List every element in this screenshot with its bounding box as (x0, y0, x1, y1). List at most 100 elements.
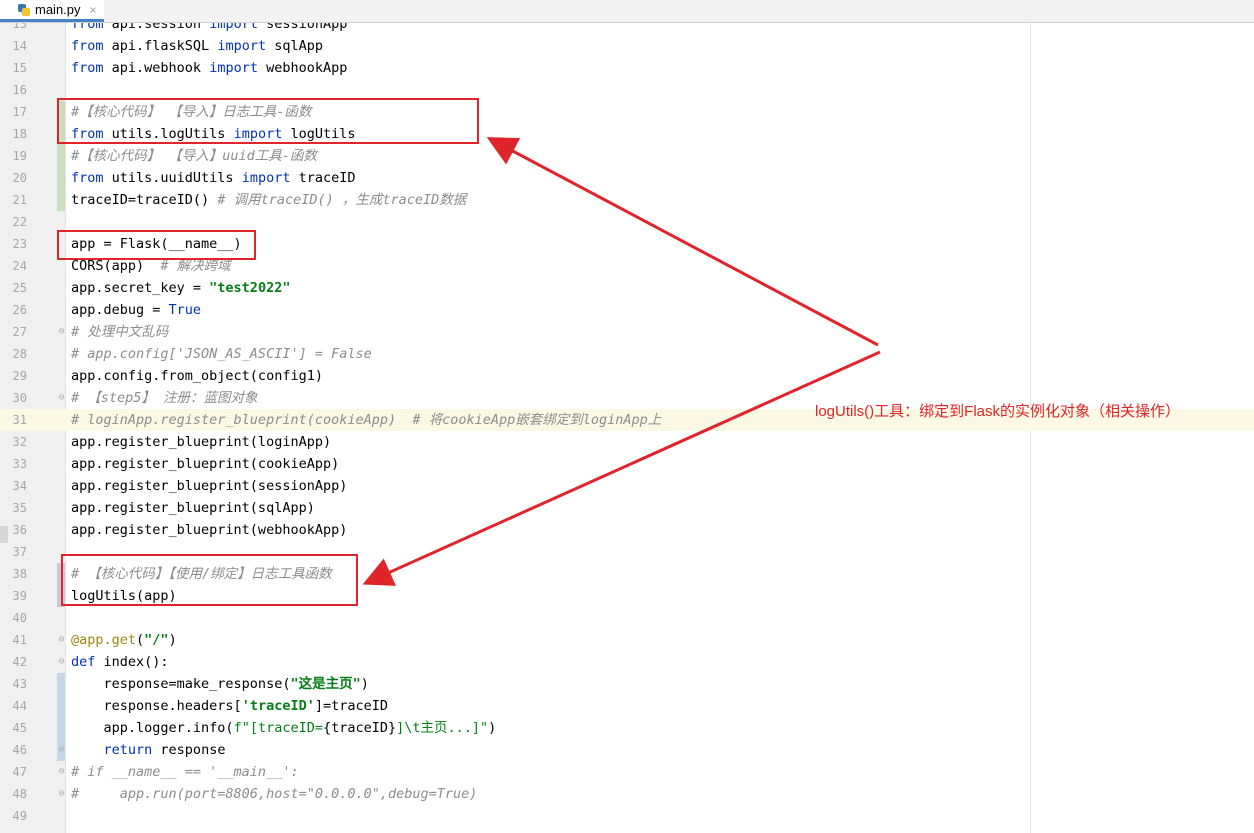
code-line[interactable]: 42 ⊖ def index(): (0, 651, 1254, 673)
code-line[interactable]: 21 traceID=traceID() # 调用traceID() ，生成tra… (0, 189, 1254, 211)
code-text: app.config.from_object(config1) (71, 368, 323, 384)
vcs-change-marker (57, 189, 65, 211)
code-text: from api.webhook import webhookApp (71, 60, 348, 76)
code-line[interactable]: 41 ⊖ @app.get("/") (0, 629, 1254, 651)
code-text: app.debug = True (71, 302, 202, 318)
line-number: 24 (12, 259, 27, 273)
code-line[interactable]: 34 app.register_blueprint(sessionApp) (0, 475, 1254, 497)
line-number: 49 (12, 809, 27, 823)
editor-tab-bar: main.py × (0, 0, 1254, 23)
code-line[interactable]: 48 ⊖ # app.run(port=8806,host="0.0.0.0",de… (0, 783, 1254, 805)
code-line[interactable]: 46 ⊖ return response (0, 739, 1254, 761)
code-text: app.secret_key = "test2022" (71, 280, 291, 296)
line-number: 39 (12, 589, 27, 603)
code-text: response.headers['traceID']=traceID (71, 698, 389, 714)
highlight-box-import-logutils (57, 98, 479, 144)
line-number: 31 (12, 413, 27, 427)
code-text: from utils.uuidUtils import traceID (71, 170, 356, 186)
line-number: 47 (12, 765, 27, 779)
fold-icon[interactable]: ⊖ (57, 387, 66, 409)
line-number: 37 (12, 545, 27, 559)
code-line[interactable]: 40 (0, 607, 1254, 629)
fold-icon[interactable]: ⊖ (57, 761, 66, 783)
code-line[interactable]: 19 #【核心代码】 【导入】uuid工具-函数 (0, 145, 1254, 167)
code-text: # loginApp.register_blueprint(cookieApp)… (71, 412, 662, 428)
code-text: app.register_blueprint(loginApp) (71, 434, 332, 450)
vcs-change-marker (57, 673, 65, 695)
tab-label: main.py (35, 2, 81, 17)
line-number: 35 (12, 501, 27, 515)
code-line[interactable]: 49 (0, 805, 1254, 827)
code-text: app.register_blueprint(sqlApp) (71, 500, 315, 516)
code-text: # 【step5】 注册：蓝图对象 (71, 390, 258, 406)
line-number: 38 (12, 567, 27, 581)
line-number: 19 (12, 149, 27, 163)
line-number: 42 (12, 655, 27, 669)
line-number: 15 (12, 61, 27, 75)
fold-icon[interactable]: ⊖ (57, 321, 66, 343)
code-line[interactable]: 15 from api.webhook import webhookApp (0, 57, 1254, 79)
fold-icon[interactable]: ⊖ (57, 629, 66, 651)
vcs-change-marker (57, 167, 65, 189)
line-number: 28 (12, 347, 27, 361)
code-text: from api.flaskSQL import sqlApp (71, 38, 323, 54)
vcs-change-marker (57, 145, 65, 167)
highlight-box-flask-app (57, 230, 256, 260)
line-number: 46 (12, 743, 27, 757)
code-text: # if __name__ == '__main__': (71, 764, 299, 780)
line-number: 27 (12, 325, 27, 339)
line-number: 22 (12, 215, 27, 229)
line-number: 36 (12, 523, 27, 537)
fold-icon[interactable]: ⊖ (57, 739, 66, 761)
fold-icon[interactable]: ⊖ (57, 783, 66, 805)
code-line[interactable]: 29 app.config.from_object(config1) (0, 365, 1254, 387)
line-number: 33 (12, 457, 27, 471)
line-number: 44 (12, 699, 27, 713)
line-number: 43 (12, 677, 27, 691)
code-line[interactable]: 20 from utils.uuidUtils import traceID (0, 167, 1254, 189)
code-text: app.register_blueprint(sessionApp) (71, 478, 348, 494)
line-number: 18 (12, 127, 27, 141)
code-text: app.logger.info(f"[traceID={traceID}]\t主… (71, 720, 497, 736)
highlight-box-logutils-call (61, 554, 358, 606)
line-number: 48 (12, 787, 27, 801)
code-line[interactable]: 27 ⊖ # 处理中文乱码 (0, 321, 1254, 343)
code-text: #【核心代码】 【导入】uuid工具-函数 (71, 148, 317, 164)
code-line[interactable]: 45 app.logger.info(f"[traceID={traceID}]… (0, 717, 1254, 739)
code-text: # app.run(port=8806,host="0.0.0.0",debug… (71, 786, 478, 802)
code-line[interactable]: 44 response.headers['traceID']=traceID (0, 695, 1254, 717)
line-number: 17 (12, 105, 27, 119)
annotation-label: logUtils()工具：绑定到Flask的实例化对象（相关操作） (815, 403, 1181, 420)
close-tab-icon[interactable]: × (90, 3, 97, 17)
line-number: 29 (12, 369, 27, 383)
line-number: 40 (12, 611, 27, 625)
line-number: 41 (12, 633, 27, 647)
fold-icon[interactable]: ⊖ (57, 651, 66, 673)
code-line[interactable]: 47 ⊖ # if __name__ == '__main__': (0, 761, 1254, 783)
line-number: 21 (12, 193, 27, 207)
line-number: 32 (12, 435, 27, 449)
code-line[interactable]: 25 app.secret_key = "test2022" (0, 277, 1254, 299)
code-line[interactable]: 32 app.register_blueprint(loginApp) (0, 431, 1254, 453)
code-line[interactable]: 28 # app.config['JSON_AS_ASCII'] = False (0, 343, 1254, 365)
line-number: 30 (12, 391, 27, 405)
line-number: 14 (12, 39, 27, 53)
code-text: # app.config['JSON_AS_ASCII'] = False (71, 346, 372, 362)
vcs-change-marker (57, 717, 65, 739)
code-text: # 处理中文乱码 (71, 324, 169, 340)
tab-main-py[interactable]: main.py × (0, 0, 104, 22)
code-line[interactable]: 26 app.debug = True (0, 299, 1254, 321)
code-text: traceID=traceID() # 调用traceID() ，生成trace… (71, 192, 467, 208)
code-text: app.register_blueprint(webhookApp) (71, 522, 348, 538)
vcs-change-marker (57, 695, 65, 717)
code-line[interactable]: 43 response=make_response("这是主页") (0, 673, 1254, 695)
line-number: 26 (12, 303, 27, 317)
code-line[interactable]: 14 from api.flaskSQL import sqlApp (0, 35, 1254, 57)
code-text: response=make_response("这是主页") (71, 676, 369, 692)
code-line[interactable]: 35 app.register_blueprint(sqlApp) (0, 497, 1254, 519)
code-line[interactable]: 36 app.register_blueprint(webhookApp) (0, 519, 1254, 541)
line-number: 20 (12, 171, 27, 185)
code-text: app.register_blueprint(cookieApp) (71, 456, 340, 472)
code-line[interactable]: 33 app.register_blueprint(cookieApp) (0, 453, 1254, 475)
line-number: 25 (12, 281, 27, 295)
